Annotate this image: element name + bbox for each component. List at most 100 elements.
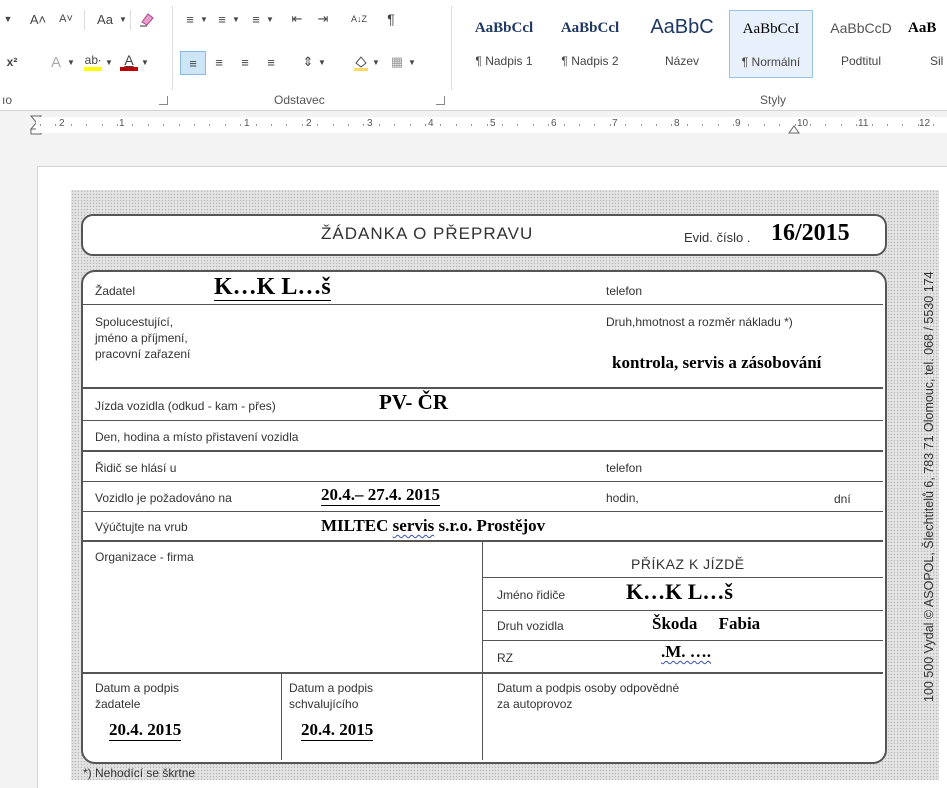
style-sample: AaBbC bbox=[650, 16, 714, 38]
justify-icon[interactable]: ≡ bbox=[260, 51, 282, 73]
style-title[interactable]: AaBbC Název bbox=[638, 14, 726, 76]
ruler-number: 11 bbox=[858, 118, 869, 129]
change-case-arrow-icon[interactable]: ▼ bbox=[118, 8, 128, 30]
font-color-icon[interactable]: A bbox=[118, 51, 140, 73]
ruler-tick bbox=[148, 124, 149, 126]
ruler-number: 1 bbox=[244, 118, 250, 129]
ruler-tick bbox=[687, 124, 688, 126]
jmeno-ridice-value[interactable]: K…K L…š bbox=[626, 579, 733, 605]
ruler-tick bbox=[55, 124, 56, 126]
ruler-tick bbox=[718, 124, 719, 126]
shading-arrow-icon[interactable]: ▼ bbox=[372, 51, 380, 73]
superscript-button[interactable]: x² bbox=[2, 51, 22, 73]
style-heading-2[interactable]: AaBbCcl ¶ Nadpis 2 bbox=[548, 14, 632, 76]
ruler-number: 3 bbox=[367, 118, 373, 129]
style-normal[interactable]: AaBbCcI ¶ Normální bbox=[729, 10, 813, 78]
style-heading-1[interactable]: AaBbCcl ¶ Nadpis 1 bbox=[462, 14, 546, 76]
ruler-tick bbox=[40, 124, 41, 126]
line-spacing-icon[interactable]: ⇕ bbox=[298, 51, 318, 73]
ruler-tick bbox=[317, 124, 318, 126]
grow-font-icon[interactable]: A˄ bbox=[28, 8, 48, 30]
ridic-hlasi-label: Řidič se hlásí u bbox=[95, 461, 177, 475]
multilevel-list-icon[interactable]: ≡ bbox=[246, 8, 266, 30]
ruler-number: 7 bbox=[612, 118, 618, 129]
change-case-button[interactable]: Aa bbox=[92, 8, 118, 30]
ruler-tick bbox=[256, 124, 257, 126]
datum-zadatele-value[interactable]: 20.4. 2015 bbox=[109, 720, 182, 741]
ruler-tick bbox=[86, 124, 87, 126]
ruler-number: 2 bbox=[306, 118, 312, 129]
evid-cislo-value[interactable]: 16/2015 bbox=[771, 220, 850, 247]
footnote: *) Nehodící se škrtne bbox=[83, 766, 196, 780]
text-effects-icon[interactable]: A bbox=[46, 51, 66, 73]
druh-nakladu-value[interactable]: kontrola, servis a zásobování bbox=[612, 353, 821, 373]
ruler-tick bbox=[410, 124, 411, 126]
decrease-indent-icon[interactable]: ⇤ bbox=[286, 8, 308, 30]
font-group-label-fragment: ıo bbox=[2, 93, 13, 107]
ruler-number: 4 bbox=[428, 118, 434, 129]
vozidlo-pozadovano-label: Vozidlo je požadováno na bbox=[95, 491, 232, 505]
vyuctujte-label: Výúčtujte na vrub bbox=[95, 520, 188, 534]
ruler-tick bbox=[209, 124, 210, 126]
increase-indent-icon[interactable]: ⇥ bbox=[312, 8, 334, 30]
den-hodina-label: Den, hodina a místo přistavení vozidla bbox=[95, 430, 299, 444]
publisher-side-text: 100 500 Vydal © ASOPOL, Šlechtitelů 6, 7… bbox=[922, 271, 936, 702]
paragraph-dialog-launcher-icon[interactable] bbox=[436, 96, 445, 105]
prikaz-k-jizde-label: PŘÍKAZ K JÍZDĚ bbox=[631, 556, 745, 572]
borders-arrow-icon[interactable]: ▼ bbox=[408, 51, 416, 73]
show-formatting-pilcrow-icon[interactable]: ¶ bbox=[380, 8, 402, 30]
ruler-tick bbox=[933, 124, 934, 126]
ruler-number: 9 bbox=[735, 118, 741, 129]
datum-osoby-label-2: za autoprovoz bbox=[497, 697, 573, 711]
style-subtitle[interactable]: AaBbCcD Podtitul bbox=[818, 14, 904, 76]
font-color-arrow-icon[interactable]: ▼ bbox=[140, 51, 150, 73]
bullets-arrow-icon[interactable]: ▼ bbox=[200, 8, 208, 30]
jizda-value[interactable]: PV- ČR bbox=[379, 390, 448, 415]
datum-schvalujiciho-label-2: schvalujícího bbox=[289, 697, 359, 711]
right-indent-marker-icon[interactable] bbox=[788, 124, 800, 134]
document-page[interactable]: ŽÁDANKA O PŘEPRAVU Evid. číslo . 16/2015… bbox=[37, 166, 947, 788]
font-color-swatch bbox=[120, 67, 138, 71]
align-left-icon[interactable]: ≡ bbox=[180, 51, 206, 75]
hodin-label: hodin, bbox=[606, 491, 639, 505]
numbering-arrow-icon[interactable]: ▼ bbox=[232, 8, 240, 30]
ruler-tick bbox=[302, 124, 303, 126]
styles-group-label: Styly bbox=[760, 93, 787, 107]
align-center-icon[interactable]: ≡ bbox=[208, 51, 230, 73]
ruler-tick bbox=[548, 124, 549, 126]
text-effects-arrow-icon[interactable]: ▼ bbox=[66, 51, 76, 73]
font-dropdown-arrow-icon[interactable]: ▼ bbox=[2, 8, 14, 30]
zadatel-value[interactable]: K…K L…š bbox=[214, 274, 331, 301]
ruler-tick bbox=[132, 124, 133, 126]
line-spacing-arrow-icon[interactable]: ▼ bbox=[318, 51, 326, 73]
ruler-tick bbox=[825, 124, 826, 126]
highlight-arrow-icon[interactable]: ▼ bbox=[104, 51, 114, 73]
style-sample: AaBbCcD bbox=[830, 20, 892, 36]
vozidlo-pozadovano-value[interactable]: 20.4.– 27.4. 2015 bbox=[321, 485, 440, 506]
style-name: Sil bbox=[930, 54, 944, 68]
sort-icon[interactable]: A↓Z bbox=[346, 8, 372, 30]
druh-vozidla-value[interactable]: Škoda Fabia bbox=[652, 614, 760, 634]
shrink-font-icon[interactable]: A˅ bbox=[56, 8, 76, 30]
ruler-number: 5 bbox=[490, 118, 496, 129]
datum-schvalujiciho-value[interactable]: 20.4. 2015 bbox=[301, 720, 374, 741]
rz-value[interactable]: .M. …. bbox=[661, 642, 711, 662]
align-right-icon[interactable]: ≡ bbox=[234, 51, 256, 73]
borders-icon[interactable]: ▦ bbox=[386, 51, 408, 73]
style-strong-partial[interactable]: AaB Sil bbox=[908, 14, 947, 76]
ruler-tick bbox=[702, 124, 703, 126]
style-sample: AaBbCcl bbox=[474, 20, 534, 36]
font-dialog-launcher-icon[interactable] bbox=[159, 96, 168, 105]
clear-formatting-icon[interactable] bbox=[136, 8, 158, 30]
bullets-icon[interactable]: ≡ bbox=[180, 8, 200, 30]
horizontal-ruler[interactable]: 2 1 1 2 3 4 5 6 7 8 9 10 11 12 bbox=[0, 113, 947, 135]
shading-icon[interactable] bbox=[350, 51, 372, 73]
ruler-tick bbox=[225, 124, 226, 126]
vyuctujte-value[interactable]: MILTEC servis s.r.o. Prostějov bbox=[321, 516, 545, 536]
highlight-color-icon[interactable]: ab∙ bbox=[82, 51, 104, 73]
numbering-icon[interactable]: ≡ bbox=[212, 8, 232, 30]
datum-schvalujiciho-label-1: Datum a podpis bbox=[289, 681, 374, 695]
highlight-swatch bbox=[84, 67, 102, 71]
multilevel-arrow-icon[interactable]: ▼ bbox=[266, 8, 274, 30]
druh-nakladu-label: Druh,hmotnost a rozměr nákladu *) bbox=[606, 315, 793, 329]
